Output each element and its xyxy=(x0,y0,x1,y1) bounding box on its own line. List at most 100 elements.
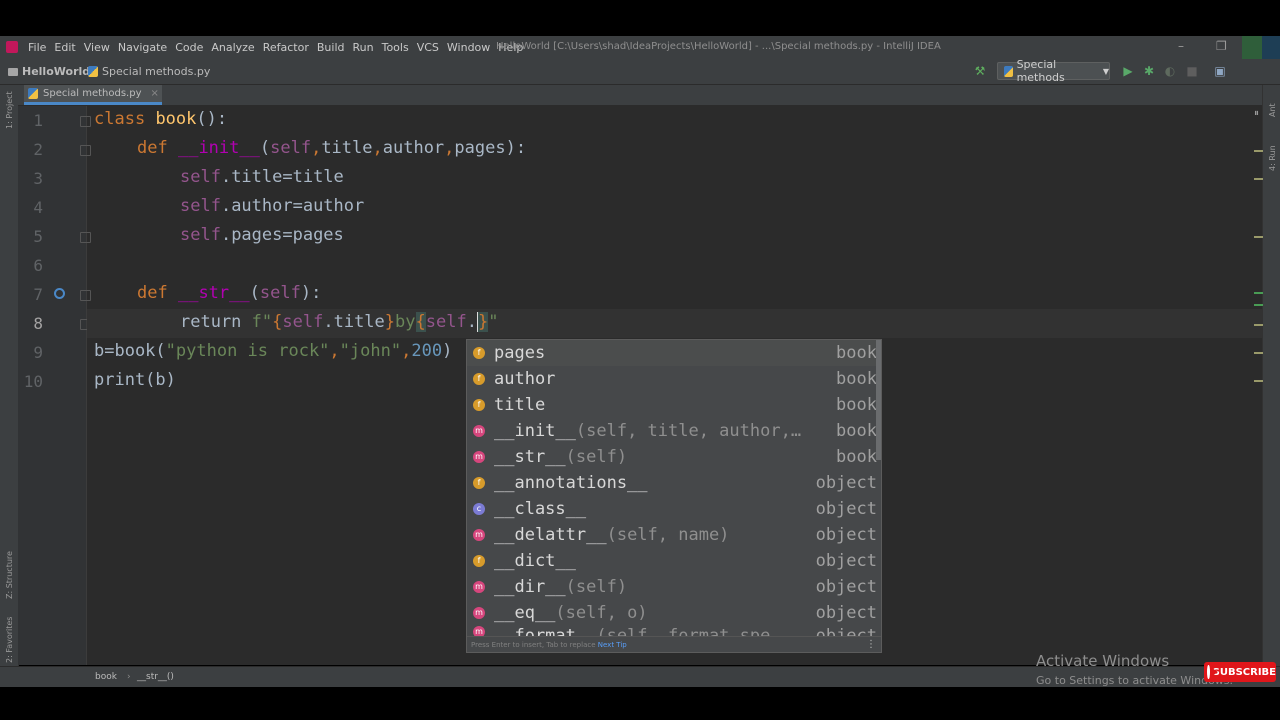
completion-item[interactable]: m __eq__ (self, o) object xyxy=(467,600,877,626)
line-number: 2 xyxy=(33,140,43,159)
statusbar-breadcrumb-method[interactable]: __str__() xyxy=(137,672,174,682)
tool-window-favorites[interactable]: 2: Favorites xyxy=(5,617,14,663)
menu-run[interactable]: Run xyxy=(353,41,374,54)
code-completion-popup: f pages book f author book f title book m __ini… xyxy=(466,339,882,653)
method-icon: m xyxy=(473,607,485,619)
more-options-icon[interactable]: ⋮ xyxy=(866,637,876,653)
menu-bar: File Edit View Navigate Code Analyze Ref… xyxy=(0,36,1280,59)
menu-file[interactable]: File xyxy=(28,41,46,54)
subscribe-label: SUBSCRIBE xyxy=(1212,666,1276,678)
completion-scrollbar[interactable] xyxy=(876,340,881,460)
run-icon[interactable]: ▶ xyxy=(1122,65,1134,77)
menu-tools[interactable]: Tools xyxy=(382,41,409,54)
breadcrumb-file-label: Special methods.py xyxy=(102,65,211,78)
run-configuration-select[interactable]: Special methods ▼ xyxy=(997,58,1110,84)
menu-navigate[interactable]: Navigate xyxy=(118,41,167,54)
stop-icon[interactable]: ■ xyxy=(1186,65,1198,77)
completion-item[interactable]: m __init__ (self, title, author,… book xyxy=(467,418,877,444)
method-icon: m xyxy=(473,451,485,463)
maximize-icon[interactable]: ❐ xyxy=(1216,39,1227,53)
completion-item[interactable]: m __str__ (self) book xyxy=(467,444,877,470)
error-stripe-mark[interactable] xyxy=(1254,352,1263,354)
left-tool-strip: 1: Project Z: Structure 2: Favorites xyxy=(0,85,19,685)
field-icon: f xyxy=(473,347,485,359)
field-icon: f xyxy=(473,373,485,385)
next-tip-link[interactable]: Next Tip xyxy=(598,641,627,649)
line-number: 7 xyxy=(33,285,43,304)
menu-vcs[interactable]: VCS xyxy=(417,41,439,54)
coverage-icon[interactable]: ◐ xyxy=(1164,65,1176,77)
method-icon: m xyxy=(473,529,485,541)
menu-code[interactable]: Code xyxy=(175,41,203,54)
minimize-icon[interactable]: – xyxy=(1178,39,1184,53)
code-line-10: print(b) xyxy=(94,370,176,390)
completion-item[interactable]: m __delattr__ (self, name) object xyxy=(467,522,877,548)
error-stripe-mark[interactable] xyxy=(1254,324,1263,326)
tool-window-structure[interactable]: Z: Structure xyxy=(5,551,14,599)
fold-marker-icon[interactable] xyxy=(80,145,91,156)
statusbar-breadcrumb-class[interactable]: book xyxy=(95,672,117,682)
method-icon: m xyxy=(473,581,485,593)
tool-window-ant[interactable]: Ant xyxy=(1268,103,1277,117)
debug-icon[interactable]: ✱ xyxy=(1143,65,1155,77)
run-configuration-label: Special methods xyxy=(1016,58,1065,84)
line-number: 9 xyxy=(33,343,43,362)
error-stripe-mark[interactable] xyxy=(1254,380,1263,382)
completion-item[interactable]: f author book xyxy=(467,366,877,392)
code-line-8: return f"{self.title}by{self.}" xyxy=(180,312,499,332)
error-stripe-mark[interactable] xyxy=(1254,178,1263,180)
field-icon: f xyxy=(473,399,485,411)
change-stripe-mark[interactable] xyxy=(1254,292,1263,294)
menu-view[interactable]: View xyxy=(84,41,110,54)
menu-analyze[interactable]: Analyze xyxy=(211,41,254,54)
code-line-4: self.author=author xyxy=(180,196,365,216)
menu-refactor[interactable]: Refactor xyxy=(263,41,309,54)
tool-window-project[interactable]: 1: Project xyxy=(5,91,14,129)
build-hammer-icon[interactable]: ⚒ xyxy=(974,65,986,77)
line-number: 5 xyxy=(33,227,43,246)
completion-item[interactable]: m __dir__ (self) object xyxy=(467,574,877,600)
completion-item[interactable]: c __class__ object xyxy=(467,496,877,522)
menu-edit[interactable]: Edit xyxy=(54,41,75,54)
code-line-7: def __str__(self): xyxy=(137,283,322,303)
change-stripe-mark[interactable] xyxy=(1254,304,1263,306)
code-line-3: self.title=title xyxy=(180,167,344,187)
folder-icon xyxy=(8,67,18,76)
tab-special-methods[interactable]: Special methods.py × xyxy=(24,85,162,105)
right-tool-strip: Ant 4: Run xyxy=(1262,85,1280,685)
line-number: 1 xyxy=(33,111,43,130)
menu-build[interactable]: Build xyxy=(317,41,345,54)
editor-gutter: 1 2 3 4 5 6 7 8 9 10 xyxy=(18,106,91,665)
code-line-1: class book(): xyxy=(94,109,228,129)
menu-window[interactable]: Window xyxy=(447,41,490,54)
fold-marker-icon[interactable] xyxy=(80,290,91,301)
editor-tab-bar: Special methods.py × xyxy=(18,85,1262,106)
breadcrumb-file[interactable]: Special methods.py xyxy=(88,65,210,78)
python-file-icon xyxy=(88,66,98,77)
intellij-logo-icon xyxy=(6,41,18,53)
code-line-5: self.pages=pages xyxy=(180,225,344,245)
breadcrumb-project[interactable]: HelloWorld xyxy=(8,65,90,78)
subscribe-button[interactable]: SUBSCRIBE xyxy=(1204,662,1276,682)
close-icon[interactable]: × xyxy=(150,88,158,99)
python-file-icon xyxy=(1004,65,1013,77)
main-menu: File Edit View Navigate Code Analyze Ref… xyxy=(28,41,531,54)
fold-marker-icon[interactable] xyxy=(80,232,91,243)
completion-item[interactable]: f pages book xyxy=(467,340,877,366)
completion-item[interactable]: f title book xyxy=(467,392,877,418)
project-structure-icon[interactable]: ▣ xyxy=(1214,65,1226,77)
fold-marker-icon[interactable] xyxy=(80,116,91,127)
completion-item[interactable]: m __format__ (self, format_spe… object xyxy=(467,626,877,636)
error-stripe-mark[interactable] xyxy=(1254,236,1263,238)
activate-windows-title: Activate Windows xyxy=(1036,652,1170,670)
inspection-status-icon[interactable]: ⏸ xyxy=(1254,108,1259,119)
chevron-down-icon: ▼ xyxy=(1102,66,1109,76)
error-stripe-mark[interactable] xyxy=(1254,150,1263,152)
completion-hint: Press Enter to insert, Tab to replace xyxy=(471,641,596,649)
tab-label: Special methods.py xyxy=(43,88,142,99)
completion-item[interactable]: f __annotations__ object xyxy=(467,470,877,496)
override-gutter-icon[interactable] xyxy=(54,288,65,299)
completion-item[interactable]: f __dict__ object xyxy=(467,548,877,574)
tool-window-run[interactable]: 4: Run xyxy=(1268,145,1277,171)
class-icon: c xyxy=(473,503,485,515)
